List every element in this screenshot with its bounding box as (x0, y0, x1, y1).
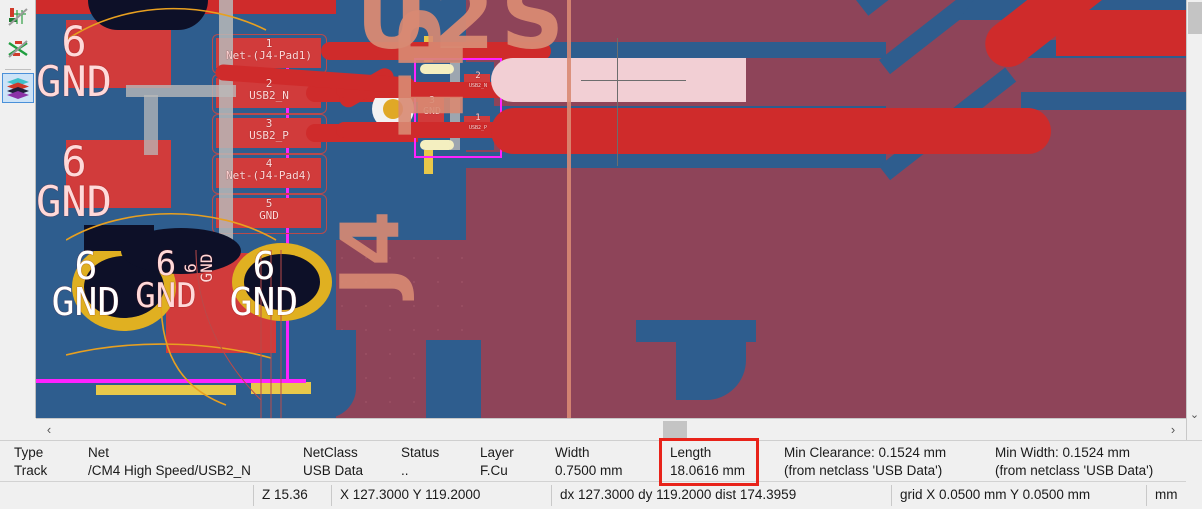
status-col-min-width: Min Width: 0.1524 mm (from netclass 'USB… (995, 444, 1153, 480)
vertical-scroll-thumb[interactable] (1188, 2, 1202, 34)
horizontal-scroll-thumb[interactable] (663, 421, 687, 438)
selection-info-table: Type Track Net /CM4 High Speed/USB2_N Ne… (0, 438, 1186, 486)
pcb-drawing-area: 1 Net-(J4-Pad1) 2 USB2_N 3 USB2_P 4 Net-… (36, 0, 1186, 418)
crosshair-horizontal (581, 80, 686, 81)
silk-tpd2: TPD2 (381, 0, 484, 135)
hide-ratsnest-icon[interactable] (2, 2, 34, 32)
column-value: 0.7500 mm (555, 463, 623, 478)
column-value: (from netclass 'USB Data') (784, 463, 943, 478)
left-toolbar (0, 0, 36, 418)
show-ratsnest-icon[interactable] (2, 34, 34, 64)
scroll-down-icon[interactable]: ⌄ (1187, 406, 1202, 422)
units-indicator[interactable]: mm (1155, 482, 1178, 508)
cursor-position-indicator: X 127.3000 Y 119.2000 (340, 487, 481, 502)
vertical-scrollbar[interactable]: ⌄ (1186, 0, 1202, 440)
column-header: Layer (480, 445, 514, 460)
column-header: Status (401, 445, 440, 460)
crosshair-vertical (617, 38, 618, 166)
column-header: Type (14, 445, 44, 460)
status-bar: Type Track Net /CM4 High Speed/USB2_N Ne… (0, 438, 1202, 509)
column-header: NetClass (303, 445, 358, 460)
kicad-pcb-editor-window: 1 Net-(J4-Pad1) 2 USB2_N 3 USB2_P 4 Net-… (0, 0, 1202, 508)
horizontal-scrollbar[interactable]: ‹ › (36, 418, 1186, 440)
status-col-width: Width 0.7500 mm (555, 444, 623, 480)
column-header: Width (555, 445, 590, 460)
status-col-min-clearance: Min Clearance: 0.1524 mm (from netclass … (784, 444, 946, 480)
status-col-netclass: NetClass USB Data (303, 444, 363, 480)
scroll-right-icon[interactable]: › (1162, 419, 1184, 440)
status-col-type: Type Track (14, 444, 47, 480)
column-value: (from netclass 'USB Data') (995, 463, 1154, 478)
status-col-status: Status .. (401, 444, 439, 480)
status-col-net: Net /CM4 High Speed/USB2_N (88, 444, 251, 480)
pcb-canvas[interactable]: 1 Net-(J4-Pad1) 2 USB2_N 3 USB2_P 4 Net-… (36, 0, 1186, 418)
status-col-layer: Layer F.Cu (480, 444, 514, 480)
column-header: Net (88, 445, 110, 460)
column-value: F.Cu (480, 463, 508, 478)
grid-indicator[interactable]: grid X 0.0500 mm Y 0.0500 mm (900, 482, 1090, 508)
scroll-left-icon[interactable]: ‹ (38, 419, 60, 440)
column-value: USB Data (303, 463, 364, 478)
layers-manager-icon[interactable] (1, 73, 34, 103)
column-header: Min Clearance: 0.1524 mm (784, 445, 947, 460)
status-bar-row-2: Z 15.36 X 127.3000 Y 119.2000 dx 127.300… (0, 482, 1202, 509)
column-value: /CM4 High Speed/USB2_N (88, 463, 251, 478)
silk-j4: J4 (324, 210, 417, 296)
column-value: Track (14, 463, 48, 478)
column-value: .. (401, 463, 409, 478)
toolbar-divider (4, 69, 31, 70)
column-header: Min Width: 0.1524 mm (995, 445, 1131, 460)
length-highlight-box (659, 438, 759, 486)
zoom-indicator: Z 15.36 (262, 487, 308, 502)
relative-position-indicator: dx 127.3000 dy 119.2000 dist 174.3959 (560, 487, 797, 502)
